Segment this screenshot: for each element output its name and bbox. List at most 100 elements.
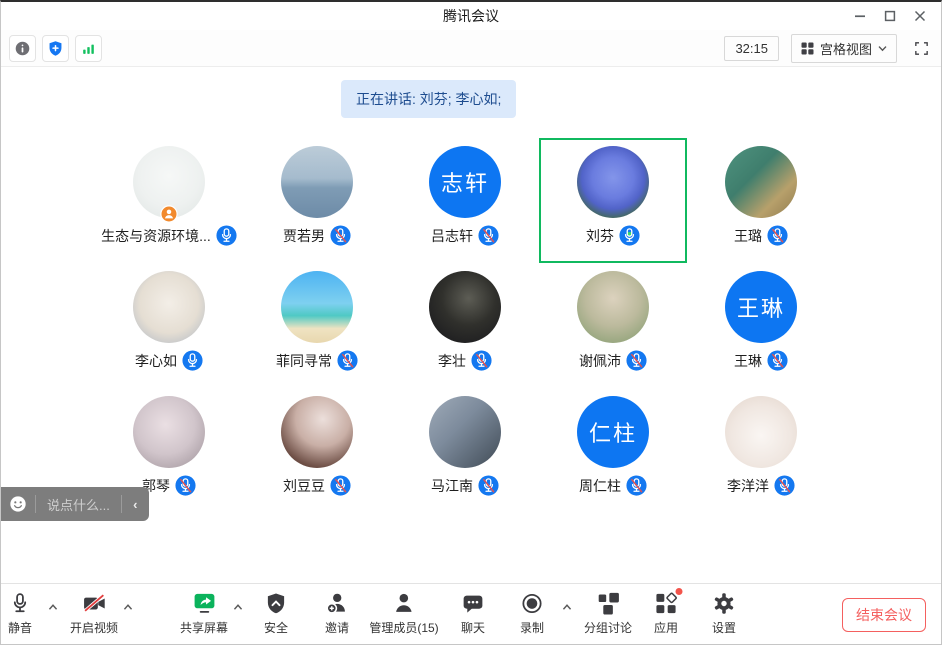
- video-options-caret[interactable]: [123, 603, 134, 611]
- participant-name-row: 贾若男: [283, 225, 351, 246]
- network-signal-icon: [80, 40, 97, 57]
- avatar: [281, 396, 353, 468]
- manage-members-button[interactable]: 管理成员(15): [369, 591, 438, 636]
- participant-tile[interactable]: 李心如: [95, 263, 243, 388]
- participant-tile[interactable]: 仁柱 周仁柱: [539, 388, 687, 513]
- participant-tile[interactable]: 菲同寻常: [243, 263, 391, 388]
- top-toolbar: 32:15 宫格视图: [1, 30, 941, 67]
- participant-name: 菲同寻常: [276, 351, 332, 371]
- chat-button[interactable]: 聊天: [461, 591, 486, 636]
- chat-bubble-icon: [461, 591, 486, 616]
- participant-tile[interactable]: 李洋洋: [687, 388, 835, 513]
- avatar: 王琳: [725, 271, 797, 343]
- microphone-status-icon[interactable]: [619, 225, 640, 246]
- close-icon: [914, 10, 926, 22]
- toolbar-label: 分组讨论: [584, 619, 632, 636]
- share-options-caret[interactable]: [233, 603, 244, 611]
- microphone-status-icon[interactable]: [626, 350, 647, 371]
- avatar: [281, 271, 353, 343]
- participant-name: 刘芬: [586, 226, 614, 246]
- microphone-status-icon[interactable]: [478, 225, 499, 246]
- participant-tile[interactable]: 谢佩沛: [539, 263, 687, 388]
- microphone-status-icon[interactable]: [774, 475, 795, 496]
- microphone-status-icon[interactable]: [182, 350, 203, 371]
- microphone-status-icon[interactable]: [478, 475, 499, 496]
- participant-tile[interactable]: 刘芬: [539, 138, 687, 263]
- participant-tile[interactable]: 王琳 王琳: [687, 263, 835, 388]
- mute-options-caret[interactable]: [48, 603, 59, 611]
- microphone-status-icon[interactable]: [216, 225, 237, 246]
- microphone-status-icon[interactable]: [175, 475, 196, 496]
- invite-button[interactable]: 邀请: [325, 591, 350, 636]
- smiley-icon: [8, 494, 28, 514]
- security-status-button[interactable]: [42, 35, 69, 62]
- close-button[interactable]: [905, 2, 935, 30]
- toolbar-label: 录制: [520, 619, 544, 636]
- maximize-button[interactable]: [875, 2, 905, 30]
- chat-quick-bar: 说点什么... ‹: [1, 487, 149, 521]
- toolbar-label: 开启视频: [70, 619, 118, 636]
- chat-input[interactable]: 说点什么...: [36, 495, 121, 514]
- members-icon: [392, 591, 417, 616]
- participant-tile[interactable]: 刘豆豆: [243, 388, 391, 513]
- settings-button[interactable]: 设置: [712, 591, 737, 636]
- microphone-status-icon[interactable]: [330, 475, 351, 496]
- record-button[interactable]: 录制: [520, 591, 545, 636]
- shield-protect-icon: [47, 40, 64, 57]
- participant-name: 贾若男: [283, 226, 325, 246]
- toolbar-label: 应用: [654, 619, 678, 636]
- participant-name: 王璐: [734, 226, 762, 246]
- avatar: [429, 271, 501, 343]
- participant-name: 李壮: [438, 351, 466, 371]
- participant-tile[interactable]: 李壮: [391, 263, 539, 388]
- participant-tile[interactable]: 马江南: [391, 388, 539, 513]
- participant-name: 谢佩沛: [579, 351, 621, 371]
- meeting-timer: 32:15: [724, 36, 779, 61]
- layout-view-selector[interactable]: 宫格视图: [791, 34, 897, 63]
- fullscreen-button[interactable]: [909, 36, 933, 60]
- participant-tile[interactable]: 志轩 吕志轩: [391, 138, 539, 263]
- avatar-initials: 王琳: [737, 291, 785, 323]
- avatar: [281, 146, 353, 218]
- end-meeting-button[interactable]: 结束会议: [842, 598, 926, 632]
- avatar-initials: 仁柱: [589, 416, 637, 448]
- collapse-chatbar-button[interactable]: ‹: [122, 487, 149, 521]
- breakout-rooms-button[interactable]: 分组讨论: [584, 591, 632, 636]
- meeting-window: 腾讯会议 32:15 宫格视图: [0, 0, 942, 645]
- avatar: [725, 146, 797, 218]
- microphone-status-icon[interactable]: [767, 225, 788, 246]
- participant-tile[interactable]: 王璐: [687, 138, 835, 263]
- microphone-status-icon[interactable]: [767, 350, 788, 371]
- avatar: [725, 396, 797, 468]
- toolbar-label: 设置: [712, 619, 736, 636]
- participant-name: 李心如: [135, 351, 177, 371]
- participant-tile[interactable]: 生态与资源环境...: [95, 138, 243, 263]
- record-icon: [520, 591, 545, 616]
- info-icon: [14, 40, 31, 57]
- microphone-status-icon[interactable]: [626, 475, 647, 496]
- network-status-button[interactable]: [75, 35, 102, 62]
- record-options-caret[interactable]: [562, 603, 573, 611]
- toolbar-label: 管理成员(15): [369, 619, 438, 636]
- participant-name: 生态与资源环境...: [101, 226, 211, 246]
- title-bar: 腾讯会议: [1, 2, 941, 30]
- microphone-status-icon[interactable]: [337, 350, 358, 371]
- minimize-icon: [854, 10, 866, 22]
- security-button[interactable]: 安全: [264, 591, 289, 636]
- start-video-button[interactable]: 开启视频: [70, 591, 118, 636]
- participant-name-row: 刘豆豆: [283, 475, 351, 496]
- mute-button[interactable]: 静音: [8, 591, 33, 636]
- minimize-button[interactable]: [845, 2, 875, 30]
- microphone-status-icon[interactable]: [330, 225, 351, 246]
- emoji-button[interactable]: [1, 494, 35, 514]
- apps-button[interactable]: 应用: [654, 591, 679, 636]
- window-controls: [845, 2, 935, 30]
- participant-tile[interactable]: 贾若男: [243, 138, 391, 263]
- share-screen-button[interactable]: 共享屏幕: [180, 591, 228, 636]
- microphone-status-icon[interactable]: [471, 350, 492, 371]
- participant-name-row: 李壮: [438, 350, 492, 371]
- participant-name-row: 吕志轩: [431, 225, 499, 246]
- toolbar-label: 静音: [8, 619, 32, 636]
- participant-name-row: 郭琴: [142, 475, 196, 496]
- meeting-info-button[interactable]: [9, 35, 36, 62]
